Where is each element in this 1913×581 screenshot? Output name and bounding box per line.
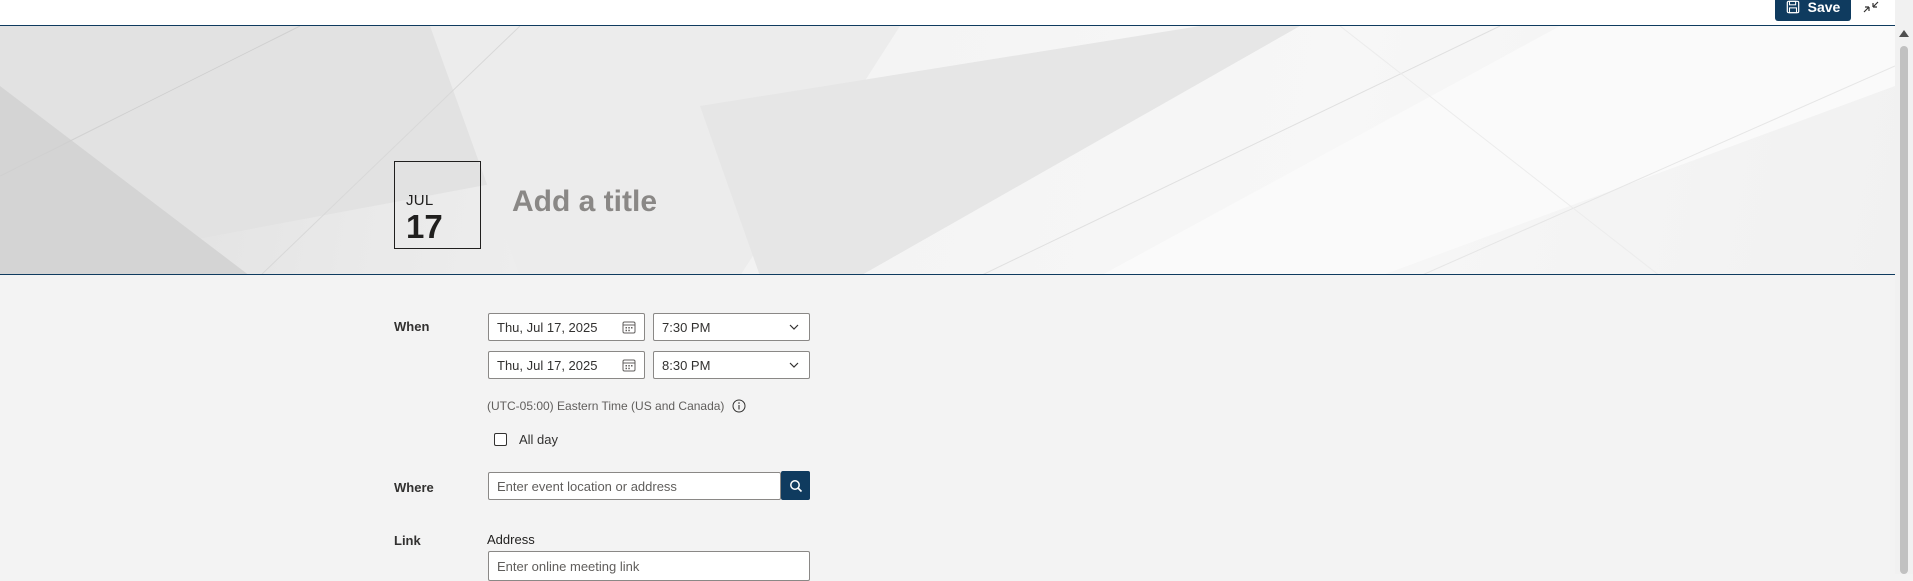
event-day: 17 [406,208,443,245]
address-label: Address [487,532,535,547]
all-day-checkbox[interactable] [494,433,507,446]
collapse-icon[interactable] [1862,0,1880,14]
start-time-select[interactable]: 7:30 PM [653,313,810,341]
scroll-thumb[interactable] [1900,46,1908,574]
end-date-value: Thu, Jul 17, 2025 [497,357,598,373]
start-date-picker[interactable]: Thu, Jul 17, 2025 [488,313,645,341]
all-day-option[interactable]: All day [494,432,558,447]
start-date-value: Thu, Jul 17, 2025 [497,319,598,335]
save-icon [1786,0,1799,13]
where-label: Where [394,480,434,495]
all-day-label: All day [519,432,559,447]
vertical-scrollbar[interactable] [1895,0,1913,574]
event-header-banner: JUL 17 [0,25,1895,275]
when-label: When [394,319,430,334]
end-time-value: 8:30 PM [662,357,711,373]
location-search-button[interactable] [781,471,810,500]
event-date-tile: JUL 17 [394,161,481,249]
meeting-link-input[interactable] [488,551,810,581]
link-label: Link [394,533,421,548]
chevron-down-icon [789,324,799,330]
event-title-input[interactable] [510,179,1214,225]
start-time-value: 7:30 PM [662,319,711,335]
timezone-row: (UTC-05:00) Eastern Time (US and Canada) [487,399,746,413]
save-button-label: Save [1807,0,1841,15]
scroll-up-arrow-icon[interactable] [1899,30,1909,37]
end-time-select[interactable]: 8:30 PM [653,351,810,379]
location-input[interactable] [488,472,781,500]
search-icon [789,479,802,492]
chevron-down-icon [789,362,799,368]
banner-background-image [0,26,1895,274]
calendar-icon [622,359,636,372]
save-button[interactable]: Save [1775,0,1851,21]
end-date-picker[interactable]: Thu, Jul 17, 2025 [488,351,645,379]
event-month: JUL [406,192,434,209]
top-toolbar [0,0,1895,25]
timezone-text: (UTC-05:00) Eastern Time (US and Canada) [487,399,725,413]
info-icon[interactable] [732,399,746,413]
calendar-icon [622,321,636,334]
